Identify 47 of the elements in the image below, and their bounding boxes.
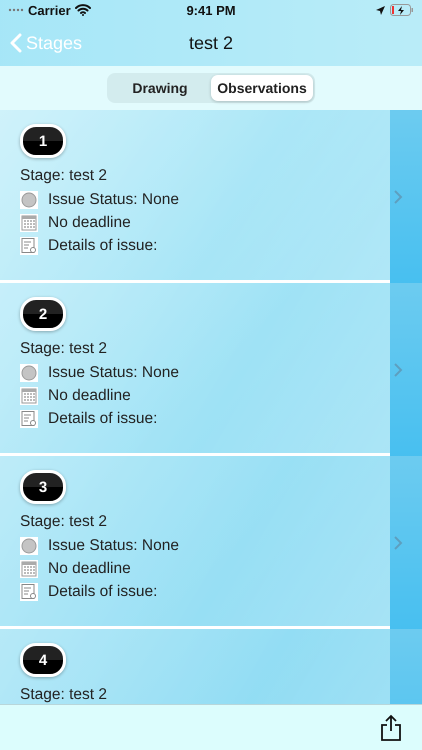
status-label: Issue Status: None (48, 536, 179, 554)
calendar-icon (20, 560, 38, 578)
disclosure-strip[interactable] (390, 110, 422, 283)
observation-card[interactable]: 2 Stage: test 2 Issue Status: None No deadline Details of issue: (0, 283, 390, 456)
status-dot-icon (20, 536, 38, 554)
location-icon (375, 4, 386, 16)
screen-title: test 2 (188, 32, 234, 54)
disclosure-strip[interactable] (390, 283, 422, 456)
number-badge: 1 (20, 124, 66, 158)
details-label: Details of issue: (48, 410, 158, 428)
segment-tab[interactable]: Drawing (109, 75, 211, 101)
share-icon[interactable] (380, 714, 402, 742)
stage-label: Stage: test 2 (20, 166, 108, 185)
chevron-left-icon (10, 33, 22, 53)
chevron-right-icon (393, 188, 403, 204)
status-dot-icon (20, 190, 38, 208)
document-search-icon (20, 236, 38, 254)
segment-tab[interactable]: Observations (211, 75, 313, 101)
stage-label: Stage: test 2 (20, 685, 108, 704)
number-badge: 3 (20, 470, 66, 504)
document-search-icon (20, 582, 38, 600)
number-badge: 4 (20, 643, 66, 677)
details-label: Details of issue: (48, 236, 158, 254)
deadline-label: No deadline (48, 214, 131, 232)
battery-icon (390, 4, 414, 16)
deadline-label: No deadline (48, 386, 131, 404)
calendar-icon (20, 386, 38, 404)
wifi-icon (74, 4, 91, 16)
stage-label: Stage: test 2 (20, 339, 108, 358)
document-search-icon (20, 410, 38, 428)
observation-card[interactable]: 1 Stage: test 2 Issue Status: None No deadline Details of issue: (0, 110, 390, 283)
chevron-right-icon (393, 362, 403, 378)
clock: 9:41 PM (186, 2, 236, 18)
calendar-icon (20, 214, 38, 232)
chevron-right-icon (393, 534, 403, 550)
details-label: Details of issue: (48, 582, 158, 600)
status-label: Issue Status: None (48, 364, 179, 382)
observation-card[interactable]: 3 Stage: test 2 Issue Status: None No deadline Details of issue: (0, 456, 390, 629)
status-label: Issue Status: None (48, 190, 179, 208)
disclosure-strip[interactable] (390, 456, 422, 629)
signal-icon (8, 8, 24, 12)
stage-label: Stage: test 2 (20, 512, 108, 531)
observation-card[interactable]: 4 Stage: test 2 (0, 629, 390, 705)
number-badge: 2 (20, 297, 66, 331)
carrier-label: Carrier (28, 2, 71, 18)
deadline-label: No deadline (48, 560, 131, 578)
status-dot-icon (20, 364, 38, 382)
